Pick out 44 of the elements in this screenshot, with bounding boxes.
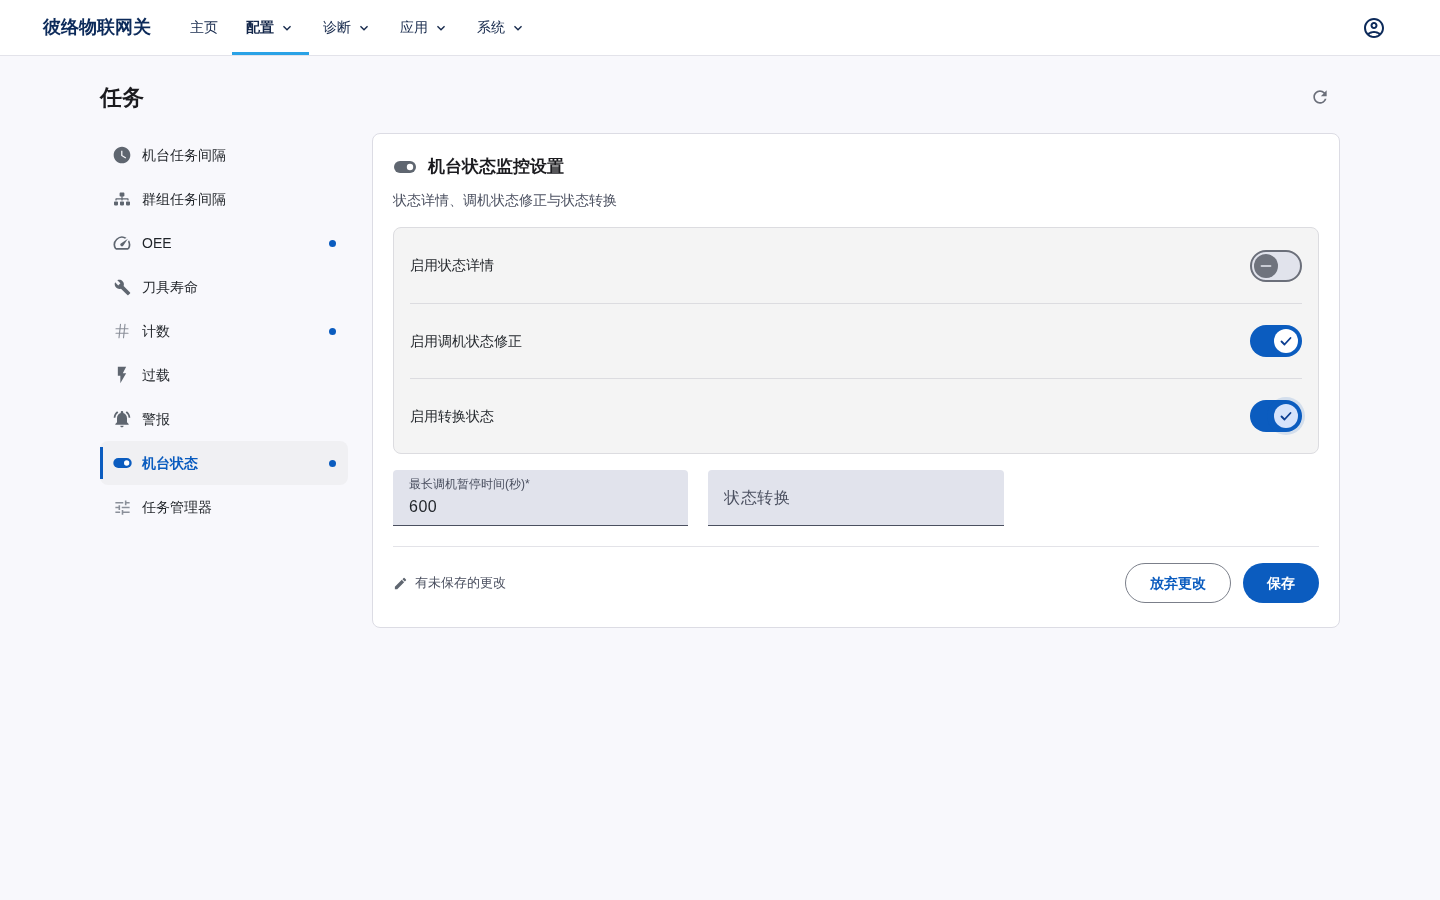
text-field[interactable]: 状态转换 (708, 470, 1004, 526)
card-title: 机台状态监控设置 (428, 156, 564, 179)
bell-icon (112, 409, 132, 429)
nav-tab[interactable]: 系统 (463, 0, 540, 55)
sidebar-item[interactable]: OEE (100, 221, 348, 265)
sidebar-item[interactable]: 机台状态 (100, 441, 348, 485)
unsaved-status: 有未保存的更改 (415, 574, 506, 593)
account-button[interactable] (1362, 15, 1386, 40)
switch-label: 启用转换状态 (410, 406, 494, 426)
brand-title: 彼络物联网关 (43, 16, 151, 39)
card-subtitle: 状态详情、调机状态修正与状态转换 (393, 191, 618, 210)
sidebar-item[interactable]: 过载 (100, 353, 348, 397)
page-title: 任务 (100, 83, 144, 112)
pencil-icon (393, 575, 408, 591)
hash-icon (113, 322, 131, 340)
nav-tab[interactable]: 配置 (232, 0, 309, 55)
switch-label: 启用调机状态修正 (410, 331, 522, 351)
toggle-switch[interactable] (1250, 325, 1302, 357)
clock-icon (112, 145, 132, 165)
refresh-button[interactable] (1310, 87, 1330, 107)
toggle-switch[interactable] (1250, 249, 1302, 282)
nav-tab[interactable]: 诊断 (309, 0, 386, 55)
nav-tab[interactable]: 主页 (176, 0, 232, 55)
toggle-icon (394, 161, 416, 173)
toggle-icon (112, 458, 132, 468)
wrench-icon (113, 278, 131, 296)
sidebar-item[interactable]: 机台任务间隔 (100, 133, 348, 177)
gauge-icon (112, 233, 132, 253)
sidebar-item[interactable]: 计数 (100, 309, 348, 353)
discard-button[interactable]: 放弃更改 (1125, 563, 1231, 603)
sitemap-icon (114, 191, 130, 207)
sidebar-item[interactable]: 任务管理器 (100, 485, 348, 529)
selection-indicator (100, 447, 103, 479)
user-icon (1362, 15, 1386, 40)
sliders-icon (112, 497, 132, 517)
switch-label: 启用状态详情 (410, 256, 494, 275)
sidebar-item[interactable]: 警报 (100, 397, 348, 441)
save-button[interactable]: 保存 (1243, 563, 1319, 603)
sidebar-item[interactable]: 群组任务间隔 (100, 177, 348, 221)
field-label: 最长调机暂停时间(秒)* (409, 476, 530, 492)
nav-tab[interactable]: 应用 (386, 0, 463, 55)
refresh-icon (1310, 87, 1330, 107)
toggle-switch[interactable] (1250, 400, 1302, 432)
sidebar-item[interactable]: 刀具寿命 (100, 265, 348, 309)
